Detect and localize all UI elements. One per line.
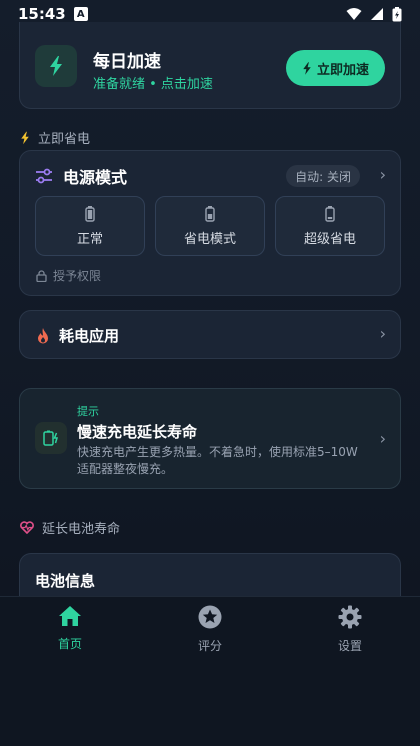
power-mode-title: 电源模式 xyxy=(63,168,128,187)
fire-icon xyxy=(38,327,48,343)
battery-full-icon xyxy=(85,205,95,222)
wifi-icon xyxy=(346,8,362,20)
signal-icon xyxy=(371,8,383,20)
mode-label: 省电模式 xyxy=(183,231,236,247)
section-save-now: 立即省电 xyxy=(20,128,90,147)
charging-icon xyxy=(35,422,67,454)
nav-home[interactable]: 首页 xyxy=(30,605,110,652)
boost-subtitle: 准备就绪 • 点击加速 xyxy=(93,77,213,92)
grant-permission-link[interactable]: 授予权限 xyxy=(36,267,101,284)
chevron-right-icon: › xyxy=(379,429,386,448)
lock-icon xyxy=(36,269,47,282)
mode-label: 正常 xyxy=(76,231,103,247)
star-icon xyxy=(198,605,222,629)
boost-title: 每日加速 xyxy=(93,52,161,72)
daily-boost-card: 每日加速 准备就绪 • 点击加速 立即加速 xyxy=(19,22,401,109)
mode-options: 正常 省电模式 超级省电 xyxy=(35,196,385,256)
bolt-icon xyxy=(303,61,311,75)
tip-label: 提示 xyxy=(77,405,99,418)
notification-a-icon: A xyxy=(73,7,88,21)
battery-low-icon xyxy=(325,205,335,222)
boost-now-button[interactable]: 立即加速 xyxy=(286,50,385,86)
tip-body: 快速充电产生更多热量。不着急时，使用标准5–10W适配器整夜慢充。 xyxy=(77,445,358,476)
mode-saver-button[interactable]: 省电模式 xyxy=(155,196,265,256)
bottom-navigation: 首页 评分 设置 xyxy=(0,596,420,746)
battery-medium-icon xyxy=(205,205,215,222)
power-mode-card: 电源模式 自动: 关闭 › 正常 省电模式 超级省电 授予权限 xyxy=(19,150,401,296)
mode-label: 超级省电 xyxy=(303,231,356,247)
section-save-heading: 立即省电 xyxy=(38,132,91,147)
home-icon xyxy=(59,606,81,626)
drain-apps-title: 耗电应用 xyxy=(59,327,120,345)
section-extend-life: 延长电池寿命 xyxy=(20,518,120,537)
status-time: 15:43 xyxy=(18,5,66,23)
power-mode-header[interactable]: 电源模式 xyxy=(35,164,127,188)
chevron-right-icon: › xyxy=(379,324,386,343)
nav-home-label: 首页 xyxy=(57,637,82,651)
nav-settings[interactable]: 设置 xyxy=(310,605,390,654)
grant-permission-label: 授予权限 xyxy=(53,269,102,283)
sliders-icon xyxy=(36,168,52,184)
nav-rate[interactable]: 评分 xyxy=(170,605,250,654)
nav-settings-label: 设置 xyxy=(337,639,362,653)
auto-mode-badge[interactable]: 自动: 关闭 xyxy=(286,165,360,187)
tip-card[interactable]: 提示 慢速充电延长寿命 快速充电产生更多热量。不着急时，使用标准5–10W适配器… xyxy=(19,388,401,489)
mode-normal-button[interactable]: 正常 xyxy=(35,196,145,256)
battery-info-title: 电池信息 xyxy=(35,572,96,590)
boost-button-label: 立即加速 xyxy=(316,61,369,77)
section-extend-heading: 延长电池寿命 xyxy=(42,522,121,537)
heart-pulse-icon xyxy=(20,521,34,534)
bolt-icon xyxy=(21,131,29,144)
drain-apps-card[interactable]: 耗电应用 › xyxy=(19,310,401,359)
battery-status-icon xyxy=(392,6,402,21)
tip-title: 慢速充电延长寿命 xyxy=(77,423,198,441)
bolt-icon xyxy=(35,45,77,87)
mode-super-saver-button[interactable]: 超级省电 xyxy=(275,196,385,256)
gear-icon xyxy=(338,605,362,629)
chevron-right-icon[interactable]: › xyxy=(380,165,386,184)
nav-rate-label: 评分 xyxy=(197,639,222,653)
